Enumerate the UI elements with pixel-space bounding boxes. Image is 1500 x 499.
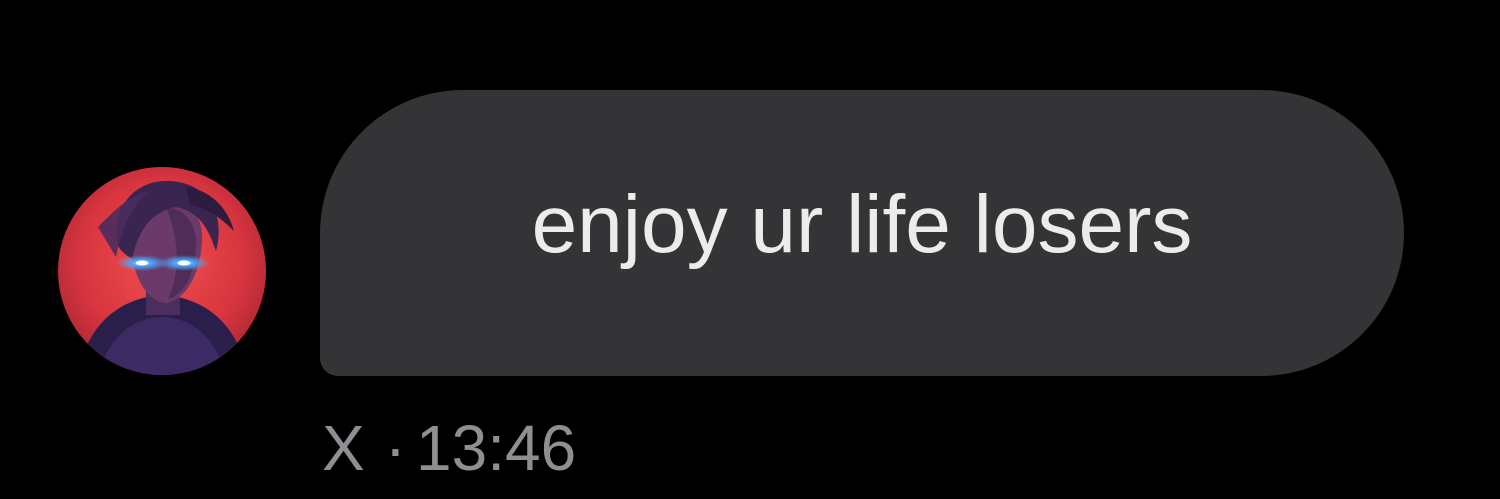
message-text: enjoy ur life losers: [531, 179, 1193, 270]
profile-avatar-icon: [58, 167, 266, 375]
message-bubble[interactable]: enjoy ur life losers: [320, 90, 1404, 376]
sender-name: X: [322, 412, 365, 484]
message-meta: X · 13:46: [322, 410, 576, 486]
meta-separator: ·: [384, 412, 406, 484]
chat-screen: enjoy ur life losers X · 13:46: [0, 0, 1500, 499]
message-timestamp: 13:46: [416, 412, 577, 484]
sender-avatar[interactable]: [58, 167, 266, 375]
